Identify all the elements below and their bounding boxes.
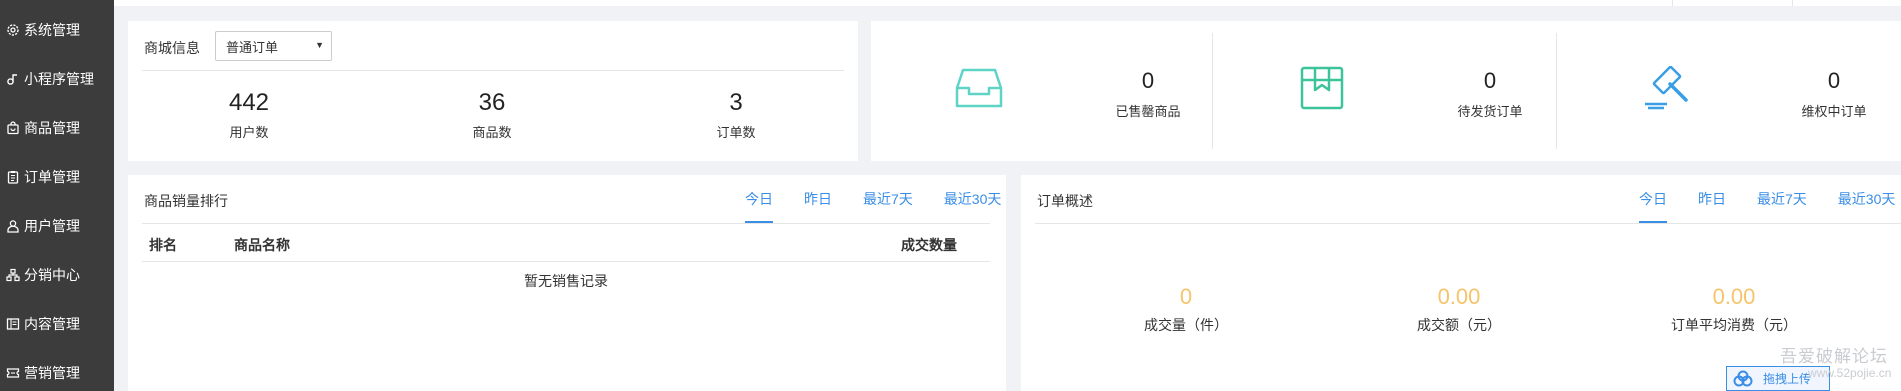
- watermark-text: 吾爱破解论坛: [1780, 347, 1888, 366]
- stat-label: 用户数: [229, 125, 269, 140]
- sidebar-item-label: 用户管理: [24, 217, 80, 234]
- watermark-url: www.52pojie.cn: [1808, 366, 1892, 380]
- header-divider: [1672, 0, 1673, 6]
- top-header-bar: [114, 0, 1901, 6]
- metric-value: 0.00: [1712, 284, 1756, 309]
- status-text: 0 待发货订单: [1420, 66, 1560, 120]
- status-value: 0: [1141, 68, 1155, 93]
- sidebar-item-label: 小程序管理: [24, 70, 94, 87]
- ranking-tabs: 今日 昨日 最近7天 最近30天: [745, 189, 1001, 223]
- package-icon: [1298, 66, 1346, 110]
- sidebar-item-content[interactable]: 内容管理: [0, 299, 114, 348]
- tab-yesterday[interactable]: 昨日: [804, 189, 832, 223]
- order-overview-card: 订单概述 今日 昨日 最近7天 最近30天 0 成交量（件） 0.00 成交额（…: [1021, 175, 1901, 391]
- clipboard-icon: [6, 170, 20, 184]
- divider: [142, 223, 990, 224]
- link-icon: [6, 72, 20, 86]
- order-type-value: 普通订单: [226, 39, 279, 55]
- status-pending-shipment[interactable]: 0 待发货订单: [1213, 21, 1556, 161]
- sidebar-item-label: 商品管理: [24, 119, 80, 136]
- sidebar-item-label: 营销管理: [24, 364, 80, 381]
- sales-ranking-title: 商品销量排行: [144, 193, 228, 209]
- status-label: 已售罄商品: [1115, 104, 1181, 119]
- status-summary-card: 0 已售罄商品 0 待发货订单 0 维权中订单: [871, 21, 1901, 161]
- sidebar-item-goods[interactable]: 商品管理: [0, 103, 114, 152]
- tab-today[interactable]: 今日: [745, 189, 773, 223]
- stat-value: 442: [228, 89, 270, 116]
- sidebar-item-distribution[interactable]: 分销中心: [0, 250, 114, 299]
- upload-button-label: 拖拽上传: [1763, 372, 1812, 386]
- divider: [142, 261, 990, 262]
- divider: [1035, 223, 1901, 224]
- user-icon: [6, 219, 20, 233]
- metric-value: 0.00: [1437, 284, 1481, 309]
- order-overview-title: 订单概述: [1037, 193, 1093, 209]
- metric-value: 0: [1179, 284, 1193, 309]
- gavel-icon: [1642, 65, 1690, 110]
- tab-last-30-days[interactable]: 最近30天: [1838, 189, 1896, 223]
- status-label: 维权中订单: [1801, 104, 1867, 119]
- metric-average: 0.00 订单平均消费（元）: [1614, 282, 1854, 335]
- status-value: 0: [1827, 68, 1841, 93]
- empty-state-text: 暂无销售记录: [524, 273, 608, 289]
- status-sold-out[interactable]: 0 已售罄商品: [871, 21, 1212, 161]
- sidebar-item-miniprogram[interactable]: 小程序管理: [0, 54, 114, 103]
- sidebar-item-orders[interactable]: 订单管理: [0, 152, 114, 201]
- metric-label: 成交额（元）: [1417, 317, 1501, 333]
- order-type-select[interactable]: 普通订单 ▼: [215, 31, 332, 61]
- stat-value: 36: [478, 89, 506, 116]
- status-text: 0 维权中订单: [1764, 66, 1901, 120]
- store-info-title: 商城信息: [144, 40, 200, 56]
- sidebar-item-users[interactable]: 用户管理: [0, 201, 114, 250]
- caret-down-icon: ▼: [315, 40, 324, 50]
- tab-last-7-days[interactable]: 最近7天: [863, 189, 913, 223]
- cloud-icon: [1733, 370, 1753, 386]
- store-info-card: 商城信息 普通订单 ▼ 442 用户数 36 商品数 3 订单数: [128, 21, 858, 161]
- sidebar-item-system[interactable]: 系统管理: [0, 5, 114, 54]
- stat-orders: 3 订单数: [636, 88, 836, 141]
- tab-yesterday[interactable]: 昨日: [1698, 189, 1726, 223]
- status-rights-protection[interactable]: 0 维权中订单: [1557, 21, 1901, 161]
- sidebar-item-marketing[interactable]: 营销管理: [0, 348, 114, 391]
- metric-volume: 0 成交量（件）: [1066, 282, 1306, 335]
- tab-today[interactable]: 今日: [1639, 189, 1667, 223]
- metric-label: 成交量（件）: [1144, 317, 1228, 333]
- stat-goods: 36 商品数: [392, 88, 592, 141]
- metric-label: 订单平均消费（元）: [1671, 317, 1797, 333]
- column-header-product-name: 商品名称: [234, 237, 290, 253]
- overview-tabs: 今日 昨日 最近7天 最近30天: [1639, 189, 1895, 223]
- stat-users: 442 用户数: [149, 88, 349, 141]
- header-divider: [1792, 0, 1793, 6]
- sidebar-item-label: 分销中心: [24, 266, 80, 283]
- sidebar-item-label: 内容管理: [24, 315, 80, 332]
- status-label: 待发货订单: [1457, 104, 1523, 119]
- column-header-quantity: 成交数量: [901, 237, 957, 253]
- shopping-bag-icon: [6, 120, 20, 135]
- divider: [142, 70, 844, 71]
- metric-amount: 0.00 成交额（元）: [1339, 282, 1579, 335]
- tab-last-30-days[interactable]: 最近30天: [944, 189, 1002, 223]
- ticket-icon: [6, 366, 20, 380]
- stat-label: 订单数: [716, 125, 756, 140]
- gear-icon: [6, 23, 20, 37]
- stat-label: 商品数: [472, 125, 512, 140]
- tab-last-7-days[interactable]: 最近7天: [1757, 189, 1807, 223]
- sidebar: 系统管理 小程序管理 商品管理 订单管理 用户管理 分销中心 内容管理 营销管理: [0, 0, 114, 391]
- inbox-icon: [955, 66, 1003, 110]
- status-value: 0: [1483, 68, 1497, 93]
- sales-ranking-card: 商品销量排行 今日 昨日 最近7天 最近30天 排名 商品名称 成交数量 暂无销…: [128, 175, 1006, 391]
- status-text: 0 已售罄商品: [1078, 66, 1218, 120]
- sidebar-item-label: 订单管理: [24, 168, 80, 185]
- column-header-rank: 排名: [149, 237, 177, 253]
- stat-value: 3: [729, 89, 743, 116]
- sidebar-item-label: 系统管理: [24, 21, 80, 38]
- content-icon: [6, 317, 20, 331]
- hierarchy-icon: [6, 268, 20, 282]
